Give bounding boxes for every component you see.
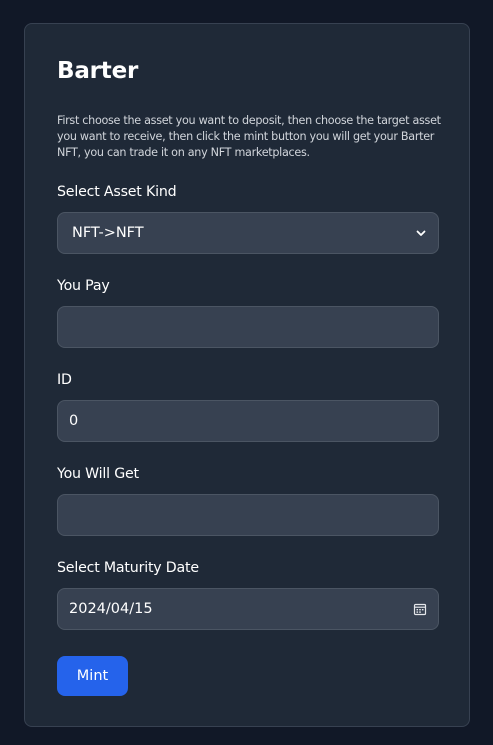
chevron-down-icon (416, 230, 426, 236)
you-will-get-input[interactable] (69, 507, 427, 523)
asset-kind-label: Select Asset Kind (57, 184, 177, 200)
maturity-date-label: Select Maturity Date (57, 560, 199, 576)
form-description: First choose the asset you want to depos… (57, 114, 441, 159)
you-pay-field[interactable] (57, 306, 439, 348)
you-will-get-label: You Will Get (57, 466, 139, 482)
asset-kind-select[interactable]: NFT->NFT (57, 212, 439, 254)
maturity-date-value[interactable]: 2024/04/15 (69, 601, 153, 617)
mint-button[interactable]: Mint (57, 656, 128, 696)
you-will-get-field[interactable] (57, 494, 439, 536)
id-field[interactable] (57, 400, 439, 442)
maturity-date-field[interactable]: 2024/04/15 (57, 588, 439, 630)
id-label: ID (57, 372, 72, 388)
page-title: Barter (57, 58, 139, 84)
asset-kind-selected-value: NFT->NFT (72, 225, 144, 241)
you-pay-label: You Pay (57, 278, 110, 294)
id-input[interactable] (69, 413, 427, 429)
calendar-icon[interactable] (413, 602, 427, 616)
barter-card: Barter First choose the asset you want t… (24, 23, 470, 727)
you-pay-input[interactable] (69, 319, 427, 335)
